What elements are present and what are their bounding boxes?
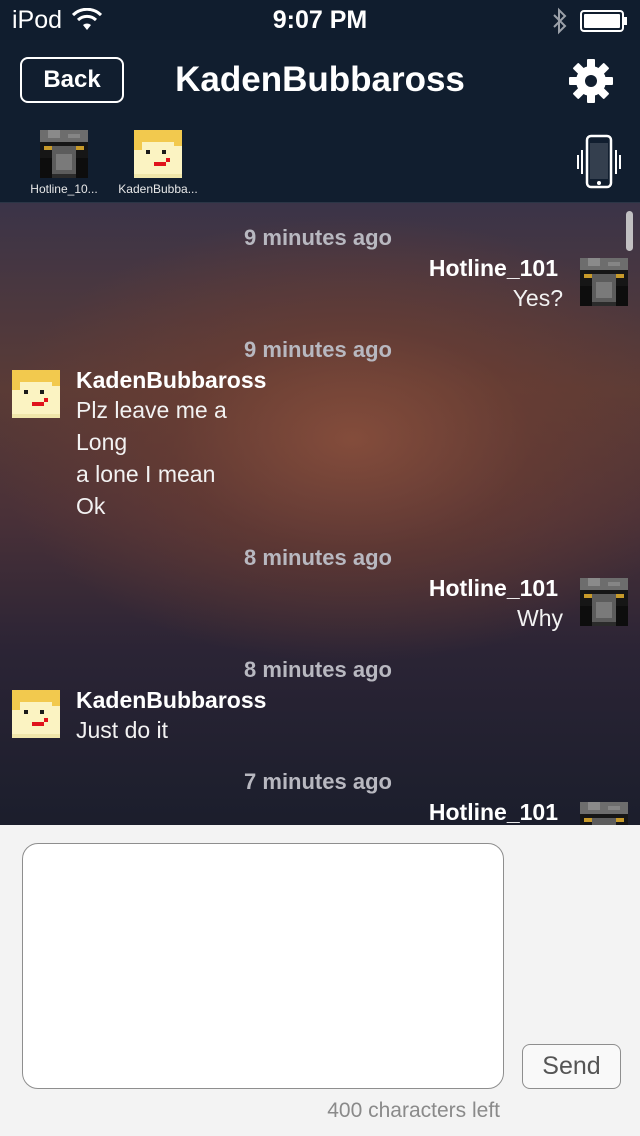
avatar[interactable] bbox=[580, 258, 628, 306]
message-text: Just do it bbox=[76, 717, 169, 743]
avatar bbox=[40, 130, 88, 178]
avatar[interactable] bbox=[12, 370, 60, 418]
sender-name: KadenBubbaross bbox=[76, 367, 267, 393]
clock: 9:07 PM bbox=[272, 6, 368, 34]
message-line: Ok bbox=[76, 493, 106, 519]
app-screen: iPod 9:07 PM Back KadenBubbaross Hotline… bbox=[0, 0, 640, 1136]
send-button[interactable]: Send bbox=[522, 1044, 621, 1089]
gear-icon[interactable] bbox=[568, 58, 614, 104]
bluetooth-icon bbox=[553, 7, 567, 35]
sender-name: Hotline_101 bbox=[428, 799, 558, 825]
message-input[interactable] bbox=[22, 843, 504, 1089]
nav-header: Back KadenBubbaross bbox=[0, 40, 640, 122]
characters-left-counter: 400 characters left bbox=[327, 1099, 500, 1122]
participant-kaden[interactable]: KadenBubba... bbox=[113, 130, 203, 196]
message-list[interactable]: 9 minutes ago Hotline_101 Yes? 9 minutes… bbox=[0, 203, 640, 825]
battery-icon bbox=[580, 10, 627, 32]
message-timestamp: 8 minutes ago bbox=[244, 545, 392, 570]
message-line: Long bbox=[76, 429, 128, 455]
participants-bar: Hotline_10... KadenBubba... bbox=[0, 122, 640, 203]
avatar[interactable] bbox=[12, 690, 60, 738]
status-bar: iPod 9:07 PM bbox=[0, 0, 640, 40]
conversation-title: KadenBubbaross bbox=[175, 60, 465, 99]
participant-name: Hotline_10... bbox=[30, 182, 98, 196]
sender-name: Hotline_101 bbox=[428, 575, 558, 601]
message-text: Why bbox=[517, 605, 563, 631]
message-composer: Send 400 characters left bbox=[0, 825, 640, 1136]
avatar bbox=[134, 130, 182, 178]
participant-name: KadenBubba... bbox=[118, 182, 198, 196]
message-timestamp: 8 minutes ago bbox=[244, 657, 392, 682]
message-line: Plz leave me a bbox=[76, 397, 227, 423]
back-button[interactable]: Back bbox=[20, 57, 124, 103]
message-text: Yes? bbox=[512, 285, 563, 311]
message-line: a lone I mean bbox=[76, 461, 216, 487]
message-timestamp: 7 minutes ago bbox=[244, 769, 392, 794]
sender-name: Hotline_101 bbox=[428, 255, 558, 281]
message-timestamp: 9 minutes ago bbox=[244, 337, 392, 362]
sender-name: KadenBubbaross bbox=[76, 687, 267, 713]
phone-vibrate-icon[interactable] bbox=[576, 134, 622, 190]
participant-hotline[interactable]: Hotline_10... bbox=[19, 130, 109, 196]
avatar[interactable] bbox=[580, 578, 628, 626]
message-text: Plz leave me a Long a lone I mean Ok bbox=[76, 394, 227, 522]
avatar[interactable] bbox=[580, 802, 628, 825]
message-timestamp: 9 minutes ago bbox=[244, 225, 392, 250]
